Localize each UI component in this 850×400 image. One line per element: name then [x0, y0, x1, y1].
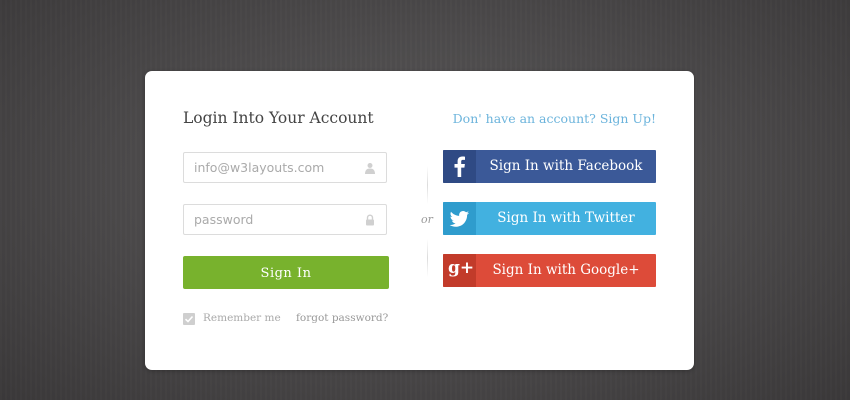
- remember-me-label[interactable]: Remember me: [203, 312, 281, 324]
- forgot-password-link[interactable]: forgot password?: [296, 312, 388, 324]
- password-input[interactable]: [184, 205, 362, 234]
- google-plus-icon: g+: [443, 254, 476, 287]
- facebook-signin-button[interactable]: Sign In with Facebook: [443, 150, 656, 183]
- signin-button[interactable]: Sign In: [183, 256, 389, 289]
- google-plus-icon-glyph: g+: [448, 258, 475, 278]
- google-signin-label: Sign In with Google+: [492, 262, 640, 278]
- lock-icon: [366, 214, 374, 226]
- login-title: Login Into Your Account: [183, 109, 374, 127]
- divider-line-top: [427, 166, 428, 204]
- remember-me-checkbox[interactable]: [183, 313, 195, 325]
- facebook-signin-label: Sign In with Facebook: [489, 158, 643, 174]
- google-signin-button[interactable]: g+ Sign In with Google+: [443, 254, 656, 287]
- divider-line-bottom: [427, 239, 428, 277]
- password-field[interactable]: [183, 204, 387, 235]
- facebook-icon: [443, 150, 476, 183]
- twitter-signin-label: Sign In with Twitter: [497, 210, 635, 226]
- email-input[interactable]: [184, 153, 362, 182]
- twitter-icon: [443, 202, 476, 235]
- signup-link[interactable]: Don' have an account? Sign Up!: [453, 111, 656, 126]
- email-field[interactable]: [183, 152, 387, 183]
- login-card: Login Into Your Account Don' have an acc…: [145, 71, 694, 370]
- user-icon: [365, 163, 375, 174]
- twitter-signin-button[interactable]: Sign In with Twitter: [443, 202, 656, 235]
- or-divider-text: or: [421, 213, 433, 226]
- check-icon: [184, 315, 194, 323]
